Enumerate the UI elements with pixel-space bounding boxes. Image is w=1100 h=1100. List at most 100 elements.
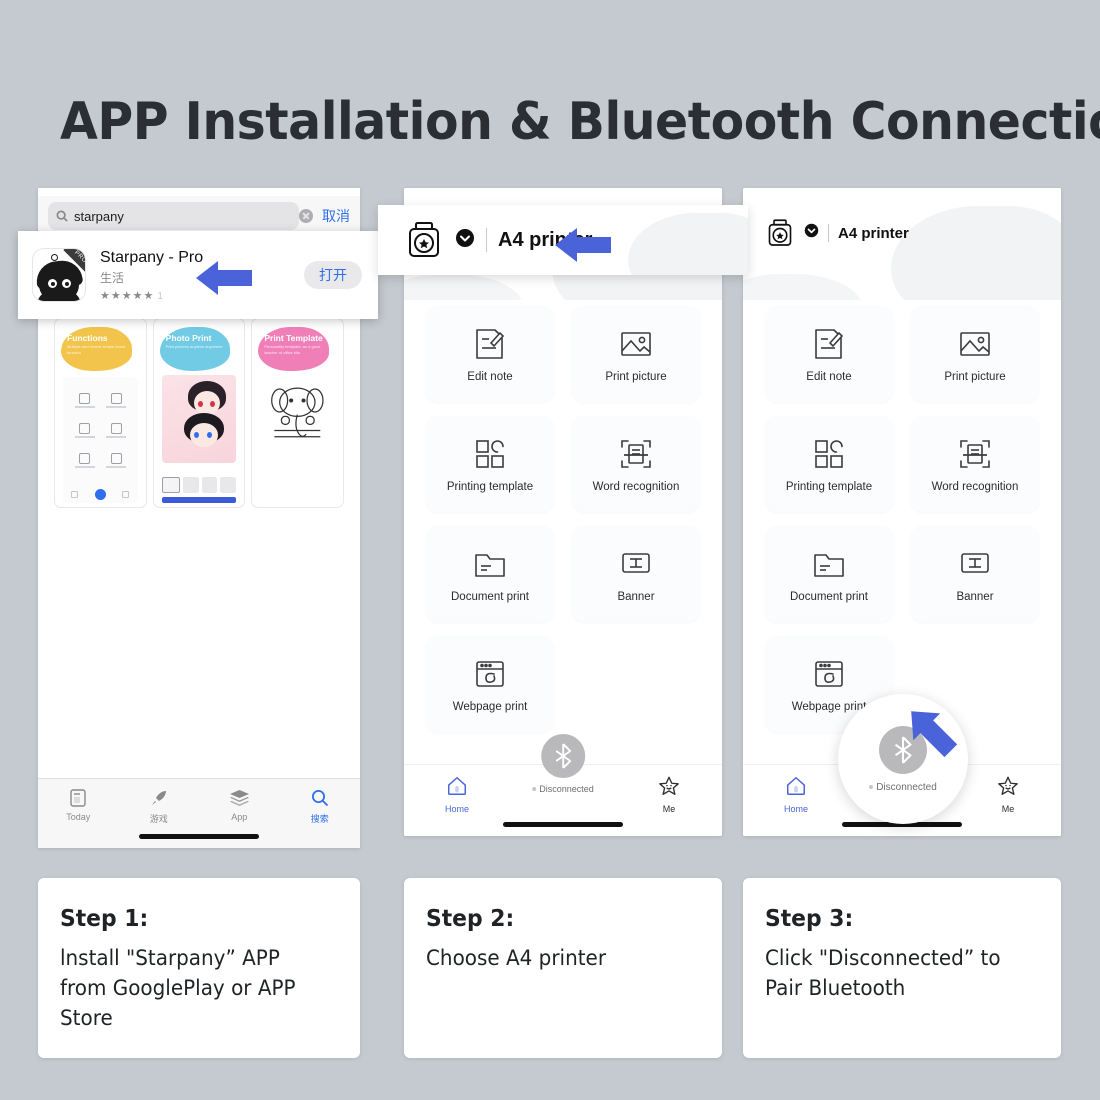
image-icon bbox=[960, 331, 990, 356]
feature-label: Edit note bbox=[806, 370, 852, 383]
mini-cell bbox=[71, 423, 98, 445]
appstore-search-bar[interactable]: starpany 取消 bbox=[38, 196, 360, 236]
screenshot-photo-print[interactable]: Photo Print Print pictures anytime anywh… bbox=[152, 318, 246, 508]
tab-home[interactable]: Home bbox=[404, 775, 510, 814]
open-button[interactable]: 打开 bbox=[304, 261, 362, 289]
folder-icon bbox=[814, 553, 844, 577]
bluetooth-button[interactable]: Disconnected bbox=[532, 734, 594, 794]
decorative-cloud bbox=[404, 274, 524, 300]
screenshot-subtitle: Multiple and richest simple-touch functi… bbox=[67, 344, 126, 355]
step-body: Choose A4 printer bbox=[426, 946, 607, 970]
banner-text-icon bbox=[622, 552, 650, 573]
feature-printing-template[interactable]: Printing template bbox=[426, 416, 554, 512]
feature-edit-note[interactable]: Edit note bbox=[426, 306, 554, 402]
screenshot-inner-ui bbox=[63, 377, 138, 503]
feature-label: Print picture bbox=[944, 370, 1006, 383]
note-pencil-icon bbox=[476, 328, 505, 359]
mini-feature-grid bbox=[71, 393, 130, 475]
tab-me[interactable]: Me bbox=[616, 775, 722, 814]
step-card-3: Step 3: Click "Disconnected” to Pair Blu… bbox=[743, 878, 1061, 1058]
browser-icon bbox=[815, 660, 843, 687]
tab-home[interactable]: Home bbox=[743, 775, 849, 814]
step-body: lnstall "Starpany” APP from GooglePlay o… bbox=[60, 946, 296, 1030]
feature-print-picture[interactable]: Print picture bbox=[911, 306, 1039, 402]
app-icon: PRO bbox=[32, 248, 86, 302]
ocr-scan-icon bbox=[621, 439, 651, 468]
chevron-down-circle-icon[interactable] bbox=[804, 223, 819, 243]
feature-label: Banner bbox=[617, 590, 655, 603]
bluetooth-status: Disconnected bbox=[532, 784, 594, 794]
tab-me[interactable]: Me bbox=[955, 775, 1061, 814]
appstore-screenshot-strip: Functions Multiple and richest simple-to… bbox=[54, 318, 345, 508]
feature-word-recognition[interactable]: Word recognition bbox=[572, 416, 700, 512]
step-body: Click "Disconnected” to Pair Bluetooth bbox=[765, 946, 1001, 1000]
screenshot-print-template[interactable]: Print Template Personality template, as … bbox=[251, 318, 345, 508]
search-input[interactable]: starpany bbox=[48, 202, 299, 230]
clear-circle-icon[interactable] bbox=[299, 209, 313, 223]
feature-document-print[interactable]: Document print bbox=[765, 526, 893, 622]
mini-cell bbox=[102, 423, 129, 445]
screenshot-subtitle: Print pictures anytime anywhere bbox=[165, 344, 223, 349]
feature-printing-template[interactable]: Printing template bbox=[765, 416, 893, 512]
feature-banner[interactable]: Banner bbox=[572, 526, 700, 622]
feature-document-print[interactable]: Document print bbox=[426, 526, 554, 622]
feature-label: Printing template bbox=[446, 480, 534, 493]
feature-edit-note[interactable]: Edit note bbox=[765, 306, 893, 402]
screenshot-subtitle: Personality template, as a good teacher … bbox=[264, 344, 321, 355]
feature-word-recognition[interactable]: Word recognition bbox=[911, 416, 1039, 512]
tab-today[interactable]: Today bbox=[38, 787, 119, 822]
feature-webpage-print[interactable]: Webpage print bbox=[426, 636, 554, 732]
pointer-arrow-a4 bbox=[555, 226, 611, 269]
mini-cell bbox=[71, 453, 98, 475]
chevron-down-circle-icon[interactable] bbox=[455, 228, 475, 253]
decorative-cloud bbox=[891, 206, 1061, 300]
tab-label: Me bbox=[662, 804, 676, 814]
games-rocket-icon bbox=[119, 787, 200, 809]
home-icon bbox=[787, 777, 805, 795]
feature-label: Edit note bbox=[467, 370, 513, 383]
mini-tabbar bbox=[63, 489, 138, 500]
apps-stack-icon bbox=[199, 787, 280, 809]
feature-label: Print picture bbox=[605, 370, 667, 383]
mini-bluetooth-icon bbox=[94, 489, 106, 500]
tab-app[interactable]: App bbox=[199, 787, 280, 822]
printer-icon bbox=[768, 219, 792, 246]
screenshot-functions[interactable]: Functions Multiple and richest simple-to… bbox=[54, 318, 147, 508]
feature-label: Word recognition bbox=[592, 480, 680, 493]
screenshot-title: Functions bbox=[67, 333, 108, 343]
search-icon bbox=[280, 787, 361, 809]
thumbnail-row bbox=[161, 477, 237, 493]
feature-print-picture[interactable]: Print picture bbox=[572, 306, 700, 402]
rating-count: 1 bbox=[157, 290, 164, 302]
template-grid-icon bbox=[815, 439, 843, 468]
search-input-value: starpany bbox=[74, 208, 124, 224]
decorative-cloud bbox=[628, 213, 748, 275]
bluetooth-status-text: Disconnected bbox=[539, 784, 594, 794]
tab-search[interactable]: 搜索 bbox=[280, 787, 361, 825]
status-dot-icon bbox=[869, 785, 874, 789]
tab-games[interactable]: 游戏 bbox=[119, 787, 200, 825]
printer-icon bbox=[409, 222, 439, 257]
feature-label: Webpage print bbox=[452, 700, 528, 713]
bluetooth-status-text: Disconnected bbox=[876, 781, 937, 793]
star-icons: ★★★★★ bbox=[100, 289, 155, 302]
device-selector[interactable]: A4 printer bbox=[765, 218, 909, 248]
primary-action-bar bbox=[161, 497, 237, 503]
cancel-button[interactable]: 取消 bbox=[322, 206, 350, 226]
step-heading: Step 3: bbox=[765, 906, 854, 932]
mini-tab-icon bbox=[122, 491, 130, 498]
status-dot-icon bbox=[532, 787, 537, 791]
feature-grid: Edit note Print picture Printing templat… bbox=[765, 306, 1039, 732]
star-face-icon bbox=[659, 776, 679, 795]
home-icon bbox=[448, 777, 466, 795]
elephant-illustration bbox=[262, 377, 333, 447]
bluetooth-icon bbox=[540, 734, 585, 778]
feature-label: Document print bbox=[451, 590, 529, 603]
image-icon bbox=[621, 331, 651, 356]
mini-cell bbox=[102, 453, 129, 475]
feature-banner[interactable]: Banner bbox=[911, 526, 1039, 622]
tab-label: Home bbox=[783, 804, 808, 814]
banner-text-icon bbox=[961, 552, 989, 573]
tab-label: Me bbox=[1001, 804, 1015, 814]
bluetooth-status: Disconnected bbox=[869, 782, 937, 793]
